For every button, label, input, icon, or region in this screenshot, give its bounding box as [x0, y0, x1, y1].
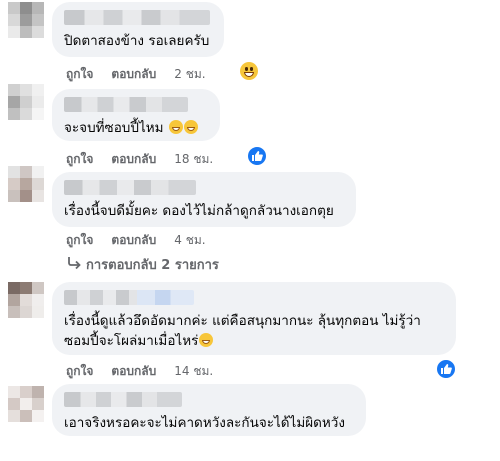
comment-text-line: ซอมปี้จะโผล่มาเมื่อไหร่	[64, 333, 199, 349]
comment-actions: ถูกใจ ตอบกลับ 2 ชม.	[66, 65, 206, 84]
like-button[interactable]: ถูกใจ	[66, 362, 93, 381]
like-button[interactable]: ถูกใจ	[66, 150, 93, 169]
commenter-name[interactable]	[64, 10, 210, 25]
grin-emoji-icon	[199, 333, 214, 347]
like-button[interactable]: ถูกใจ	[66, 65, 93, 84]
reply-button[interactable]: ตอบกลับ	[111, 362, 156, 381]
avatar[interactable]	[8, 282, 44, 318]
comment-text: จะจบที่ซอบปี้ไหม	[64, 118, 208, 138]
comment-bubble: จะจบที่ซอบปี้ไหม	[52, 89, 220, 141]
timestamp[interactable]: 18 ชม.	[174, 150, 213, 169]
comment-bubble: เอาจริงหรอคะจะไม่คาดหวังละกันจะได้ไม่ผิด…	[52, 384, 366, 436]
commenter-name[interactable]	[64, 290, 194, 305]
comment-bubble: เรื่องนี้ดูแล้วอึดอัดมากค่ะ แต่คือสนุกมา…	[52, 282, 456, 355]
comment-text-line: เรื่องนี้ดูแล้วอึดอัดมากค่ะ แต่คือสนุกมา…	[64, 313, 421, 329]
avatar[interactable]	[8, 386, 44, 422]
commenter-name[interactable]	[64, 392, 182, 407]
avatar[interactable]	[8, 166, 44, 202]
grin-emoji-icon[interactable]	[240, 62, 258, 80]
commenter-name[interactable]	[64, 180, 196, 195]
comment-text-line: จะจบที่ซอบปี้ไหม	[64, 120, 164, 136]
like-button[interactable]: ถูกใจ	[66, 231, 93, 250]
view-replies-label: การตอบกลับ 2 รายการ	[86, 258, 219, 273]
like-reaction-icon[interactable]	[246, 145, 268, 167]
reply-arrow-icon	[66, 256, 82, 274]
comment-actions: ถูกใจ ตอบกลับ 4 ชม.	[66, 231, 206, 250]
reply-button[interactable]: ตอบกลับ	[111, 65, 156, 84]
comment-text: เรื่องนี้จบดีมั้ยคะ ดองไว้ไม่กล้าดูกลัวน…	[64, 203, 334, 219]
grin-emoji-icon	[183, 120, 198, 134]
reply-button[interactable]: ตอบกลับ	[111, 150, 156, 169]
comment-actions: ถูกใจ ตอบกลับ 18 ชม.	[66, 150, 213, 169]
grin-emoji-icon	[168, 120, 183, 134]
avatar[interactable]	[8, 2, 44, 38]
comment-bubble: เรื่องนี้จบดีมั้ยคะ ดองไว้ไม่กล้าดูกลัวน…	[52, 172, 356, 227]
comment-text: ซอมปี้จะโผล่มาเมื่อไหร่	[64, 331, 444, 351]
comment-text: ปิดตาสองข้าง รอเลยครับ	[64, 33, 210, 49]
timestamp[interactable]: 4 ชม.	[174, 231, 205, 250]
reply-button[interactable]: ตอบกลับ	[111, 231, 156, 250]
timestamp[interactable]: 2 ชม.	[174, 65, 205, 84]
commenter-name[interactable]	[64, 97, 188, 112]
timestamp[interactable]: 14 ชม.	[174, 362, 213, 381]
comment-text: เอาจริงหรอคะจะไม่คาดหวังละกันจะได้ไม่ผิด…	[64, 415, 345, 431]
avatar[interactable]	[8, 84, 44, 120]
like-reaction-icon[interactable]	[435, 358, 457, 380]
comment-bubble: ปิดตาสองข้าง รอเลยครับ	[52, 2, 224, 57]
comment-actions: ถูกใจ ตอบกลับ 14 ชม.	[66, 362, 213, 381]
view-replies-link[interactable]: การตอบกลับ 2 รายการ	[66, 254, 219, 275]
